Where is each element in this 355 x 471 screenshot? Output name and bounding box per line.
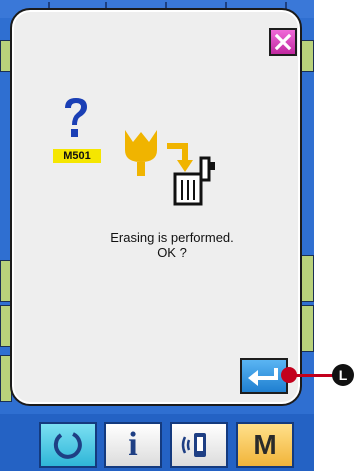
mode-label: M bbox=[253, 429, 277, 460]
right-side-tab bbox=[300, 40, 314, 72]
question-mark-icon bbox=[65, 98, 87, 137]
dialog-message: Erasing is performed. OK ? bbox=[82, 230, 262, 260]
right-side-tab bbox=[300, 305, 314, 352]
right-side-tab bbox=[300, 255, 314, 302]
message-line-2: OK ? bbox=[157, 245, 187, 260]
enter-return-icon bbox=[248, 368, 278, 386]
close-x-icon bbox=[274, 33, 292, 51]
communication-icon bbox=[181, 433, 206, 457]
mode-button[interactable]: M bbox=[236, 422, 294, 468]
erase-to-trash-icon bbox=[125, 130, 215, 206]
reset-button[interactable] bbox=[39, 422, 97, 468]
message-line-1: Erasing is performed. bbox=[110, 230, 234, 245]
reset-icon bbox=[53, 432, 82, 459]
bottom-toolbar: i M bbox=[0, 414, 314, 471]
message-code-badge: M501 bbox=[53, 149, 101, 163]
close-button[interactable] bbox=[269, 28, 297, 56]
communication-button[interactable] bbox=[170, 422, 228, 468]
information-button[interactable]: i bbox=[104, 422, 162, 468]
confirm-dialog: M501 Erasing is performed. OK ? bbox=[10, 8, 302, 406]
callout-dot bbox=[281, 367, 297, 383]
info-label: i bbox=[128, 426, 138, 463]
callout-marker-label: L bbox=[332, 364, 354, 386]
